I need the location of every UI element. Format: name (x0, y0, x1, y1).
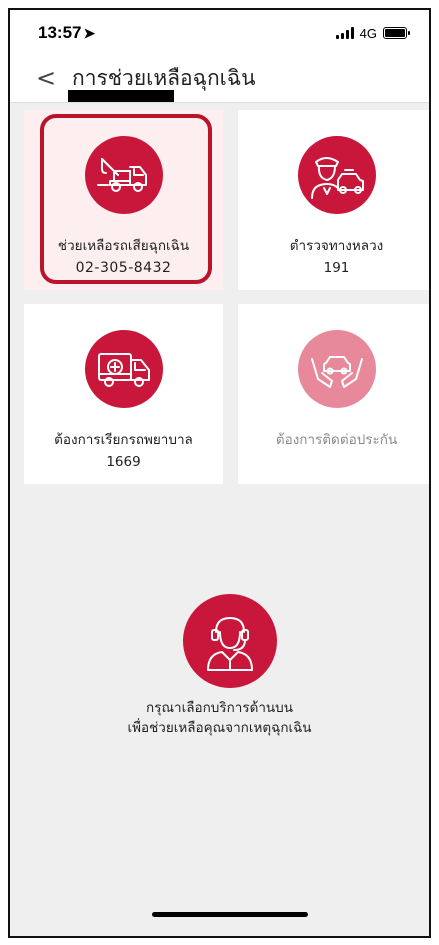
support-agent-headset-icon (183, 594, 277, 688)
location-arrow-icon: ➤ (83, 25, 96, 41)
phone-screen: 13:57 ➤ 4G < การช่วยเหลือฉุกเฉิน ช่วยเหล… (8, 8, 431, 938)
status-indicators: 4G (335, 25, 410, 41)
card-highway-police[interactable]: ตำรวจทางหลวง 191 (238, 110, 429, 290)
home-indicator[interactable] (152, 912, 308, 917)
status-bar: 13:57 ➤ 4G (10, 10, 429, 56)
card-phone-number: 1669 (106, 454, 141, 470)
signal-icon (335, 27, 354, 39)
ambulance-icon (84, 330, 163, 408)
nav-divider (10, 102, 429, 103)
card-phone-number: 191 (323, 260, 350, 276)
card-title: ต้องการติดต่อประกัน (275, 432, 398, 448)
status-time: 13:57 (38, 23, 82, 42)
card-title: ตำรวจทางหลวง (289, 238, 384, 254)
card-breakdown-assistance[interactable]: ช่วยเหลือรถเสียฉุกเฉิน 02-305-8432 (24, 110, 223, 290)
card-title: ช่วยเหลือรถเสียฉุกเฉิน (57, 238, 190, 254)
card-title: ต้องการเรียกรถพยาบาล (54, 432, 193, 448)
back-button[interactable]: < (36, 64, 56, 92)
network-type: 4G (359, 25, 377, 41)
card-contact-insurance[interactable]: ต้องการติดต่อประกัน (238, 304, 429, 484)
nav-bar: < การช่วยเหลือฉุกเฉิน (10, 56, 429, 103)
card-phone-number: 02-305-8432 (75, 260, 172, 276)
instruction-text: กรุณาเลือกบริการด้านบน เพื่อช่วยเหลือคุณ… (10, 698, 429, 738)
battery-icon (383, 27, 410, 39)
instruction-line-2: เพื่อช่วยเหลือคุณจากเหตุฉุกเฉิน (127, 720, 312, 736)
card-ambulance[interactable]: ต้องการเรียกรถพยาบาล 1669 (24, 304, 223, 484)
police-officer-car-icon (297, 136, 376, 214)
status-time-group: 13:57 ➤ (38, 23, 95, 43)
car-in-hands-icon (297, 330, 376, 408)
instruction-line-1: กรุณาเลือกบริการด้านบน (146, 700, 293, 716)
tow-truck-icon (84, 136, 163, 214)
